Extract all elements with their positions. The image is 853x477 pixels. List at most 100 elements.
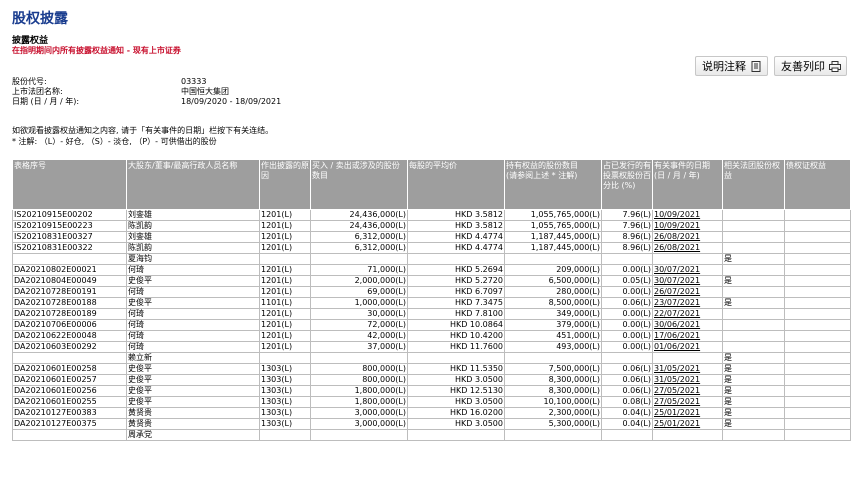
cell-associated-interest [722,242,785,254]
cell-avg-price: HKD 4.4774 [407,231,505,243]
cell-holder-name: 夏海钧 [126,253,260,265]
cell-holder-name: 何琦 [126,330,260,342]
cell-event-date[interactable]: 27/05/2021 [652,396,723,408]
cell-avg-price: HKD 10.4200 [407,330,505,342]
cell-event-date[interactable]: 30/07/2021 [652,275,723,287]
cell-event-date[interactable]: 30/07/2021 [652,264,723,276]
cell-percentage: 0.08(L) [601,396,653,408]
cell-percentage: 0.04(L) [601,418,653,430]
cell-event-date[interactable]: 01/06/2021 [652,341,723,353]
cell-associated-interest [722,330,785,342]
cell-form-no: DA20210728E00191 [12,286,127,298]
cell-form-no: DA20210127E00375 [12,418,127,430]
cell-percentage: 0.06(L) [601,385,653,397]
cell-event-date[interactable]: 26/08/2021 [652,242,723,254]
cell-avg-price: HKD 5.2694 [407,264,505,276]
document-icon [750,60,761,72]
cell-debenture-interest [784,275,851,287]
cell-percentage: 0.06(L) [601,297,653,309]
cell-associated-interest: 是 [722,253,785,265]
cell-percentage: 0.05(L) [601,275,653,287]
cell-holder-name: 何琦 [126,286,260,298]
cell-associated-interest: 是 [722,275,785,287]
cell-event-date[interactable]: 27/05/2021 [652,385,723,397]
cell-debenture-interest [784,341,851,353]
cell-associated-interest: 是 [722,374,785,386]
cell-shares-traded: 42,000(L) [310,330,408,342]
table-row: IS20210915E00223 陈凯韵 1201(L) 24,436,000(L) H… [12,220,851,232]
cell-form-no [12,429,127,441]
cell-reason: 1201(L) [259,220,311,232]
cell-shares-traded: 37,000(L) [310,341,408,353]
cell-shares-held: 8,300,000(L) [504,385,602,397]
stock-info: 股份代号: 03333 上市法团名称: 中国恒大集团 日期 (日 / 月 / 年… [12,77,281,107]
cell-shares-traded: 800,000(L) [310,374,408,386]
cell-form-no: DA20210601E00257 [12,374,127,386]
cell-shares-traded [310,253,408,265]
cell-shares-traded: 6,312,000(L) [310,242,408,254]
cell-shares-traded: 2,000,000(L) [310,275,408,287]
print-button[interactable]: 友善列印 [774,56,847,76]
cell-event-date[interactable]: 22/07/2021 [652,308,723,320]
cell-event-date[interactable]: 31/05/2021 [652,363,723,375]
cell-shares-held: 2,300,000(L) [504,407,602,419]
print-button-label: 友善列印 [781,60,825,73]
cell-event-date[interactable]: 31/05/2021 [652,374,723,386]
cell-event-date[interactable]: 25/01/2021 [652,418,723,430]
cell-event-date[interactable]: 10/09/2021 [652,209,723,221]
cell-avg-price: HKD 3.5812 [407,209,505,221]
cell-percentage: 7.96(L) [601,220,653,232]
cell-event-date[interactable]: 30/06/2021 [652,319,723,331]
header-debenture-interest: 债权证权益 [784,159,851,210]
cell-reason: 1303(L) [259,363,311,375]
cell-percentage: 0.04(L) [601,407,653,419]
cell-event-date[interactable]: 26/07/2021 [652,286,723,298]
cell-avg-price: HKD 11.7600 [407,341,505,353]
cell-event-date[interactable]: 17/06/2021 [652,330,723,342]
cell-form-no: DA20210622E00048 [12,330,127,342]
table-body: IS20210915E00202 刘銮雄 1201(L) 24,436,000(L) H… [12,209,851,441]
table-row: 赖立新 是 [12,352,851,364]
cell-reason: 1303(L) [259,385,311,397]
cell-event-date[interactable]: 25/01/2021 [652,407,723,419]
cell-associated-interest: 是 [722,418,785,430]
cell-avg-price: HKD 11.5350 [407,363,505,375]
cell-avg-price: HKD 3.0500 [407,396,505,408]
cell-avg-price: HKD 7.3475 [407,297,505,309]
cell-shares-held: 349,000(L) [504,308,602,320]
table-row: DA20210706E00006 何琦 1201(L) 72,000(L) HKD 10… [12,319,851,331]
table-row: DA20210127E00383 黄贤贵 1303(L) 3,000,000(L) HK… [12,407,851,419]
cell-debenture-interest [784,209,851,221]
header-percentage: 占已发行的有投票权股份百分比 (%) [601,159,653,210]
cell-form-no: IS20210831E00322 [12,242,127,254]
cell-holder-name: 陈凯韵 [126,220,260,232]
table-row: 周承党 [12,429,851,441]
cell-avg-price: HKD 6.7097 [407,286,505,298]
cell-associated-interest: 是 [722,352,785,364]
table-row: DA20210622E00048 何琦 1201(L) 42,000(L) HKD 10… [12,330,851,342]
cell-debenture-interest [784,308,851,320]
cell-holder-name: 刘銮雄 [126,209,260,221]
cell-shares-held [504,253,602,265]
cell-holder-name: 何琦 [126,264,260,276]
cell-associated-interest [722,231,785,243]
cell-form-no: DA20210728E00188 [12,297,127,309]
cell-associated-interest: 是 [722,297,785,309]
page-title: 股权披露 [12,11,68,27]
cell-holder-name: 赖立新 [126,352,260,364]
cell-event-date[interactable]: 23/07/2021 [652,297,723,309]
cell-shares-held: 1,187,445,000(L) [504,231,602,243]
cell-shares-traded: 800,000(L) [310,363,408,375]
table-row: DA20210601E00256 史俊平 1303(L) 1,800,000(L) HK… [12,385,851,397]
cell-reason: 1303(L) [259,396,311,408]
notes-button[interactable]: 说明注释 [695,56,768,76]
cell-event-date [652,253,723,265]
cell-associated-interest [722,429,785,441]
cell-event-date [652,352,723,364]
cell-form-no: IS20210831E00327 [12,231,127,243]
cell-debenture-interest [784,231,851,243]
cell-percentage: 0.00(L) [601,308,653,320]
cell-event-date[interactable]: 10/09/2021 [652,220,723,232]
cell-form-no: DA20210603E00292 [12,341,127,353]
cell-event-date[interactable]: 26/08/2021 [652,231,723,243]
